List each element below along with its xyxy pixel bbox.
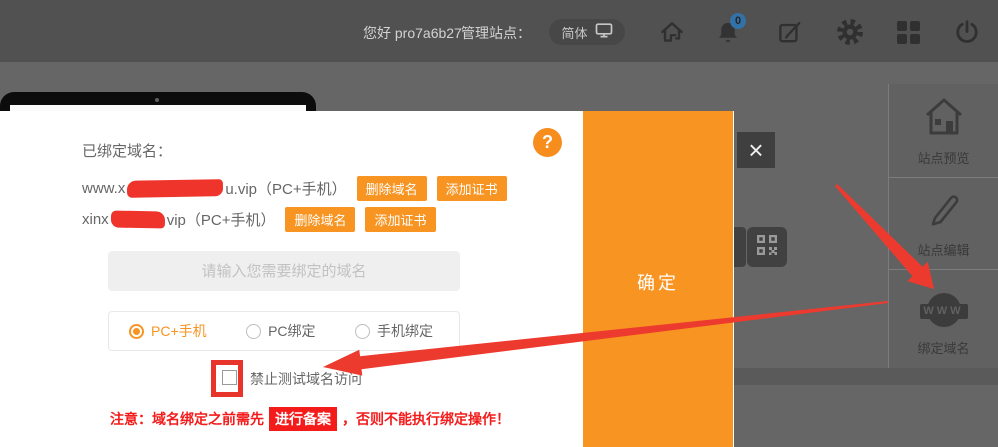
radio-label: PC绑定 xyxy=(268,321,315,341)
language-label: 简体 xyxy=(561,23,587,42)
bind-type-radio-group: PC+手机 PC绑定 手机绑定 xyxy=(108,311,460,351)
binding-warning: 注意：域名绑定之前需先 进行备案 ，否则不能执行绑定操作！ xyxy=(110,407,510,431)
radio-circle-selected xyxy=(129,324,144,339)
help-icon[interactable]: ? xyxy=(533,128,562,157)
annotation-highlight-box xyxy=(211,360,243,397)
manage-site-label: 管理站点： xyxy=(461,23,531,43)
redaction-scribble xyxy=(127,179,223,198)
radio-label: 手机绑定 xyxy=(377,321,433,341)
radio-pc-only[interactable]: PC绑定 xyxy=(246,321,315,341)
domain-text-prefix: xinx xyxy=(82,211,109,228)
domain-text-suffix: u.vip（PC+手机） xyxy=(225,178,346,199)
radio-pc-and-mobile[interactable]: PC+手机 xyxy=(129,321,207,341)
apps-grid-icon[interactable] xyxy=(892,16,924,48)
laptop-camera-dot xyxy=(155,98,159,102)
warning-text-prefix: 注意：域名绑定之前需先 xyxy=(110,409,264,429)
sidebar-item-label: 绑定域名 xyxy=(917,338,969,357)
language-switch-button[interactable]: 简体 xyxy=(549,19,625,45)
edit-icon[interactable] xyxy=(774,16,806,48)
redaction-scribble xyxy=(111,210,165,228)
qr-code-icon xyxy=(756,234,778,261)
user-greeting: 您好 pro7a6b27 xyxy=(363,23,462,43)
delete-domain-button[interactable]: 删除域名 xyxy=(285,207,355,232)
add-certificate-button[interactable]: 添加证书 xyxy=(365,207,435,232)
forbid-test-domain-checkbox[interactable] xyxy=(222,370,237,385)
domain-text-suffix: vip（PC+手机） xyxy=(167,209,276,230)
notification-badge: 0 xyxy=(730,13,746,29)
home-icon[interactable] xyxy=(656,16,688,48)
laptop-mockup xyxy=(0,92,316,112)
screen: 您好 pro7a6b27 管理站点： 简体 0 xyxy=(0,0,998,447)
sidebar-item-label: 站点编辑 xyxy=(917,240,969,259)
power-icon[interactable] xyxy=(951,16,983,48)
radio-circle xyxy=(246,324,261,339)
sidebar-item-label: 站点预览 xyxy=(917,148,969,167)
monitor-icon xyxy=(595,23,613,41)
icp-filing-link[interactable]: 进行备案 xyxy=(269,407,337,431)
forbid-test-domain-label: 禁止测试域名访问 xyxy=(250,369,362,389)
www-globe-text: WWW xyxy=(920,304,968,319)
bound-domain-row: www.x u.vip（PC+手机） 删除域名 添加证书 xyxy=(82,177,507,199)
hidden-toolbar-button[interactable] xyxy=(734,227,746,267)
add-certificate-button[interactable]: 添加证书 xyxy=(437,176,507,201)
warning-text-suffix: ，否则不能执行绑定操作！ xyxy=(342,409,510,429)
radio-circle xyxy=(355,324,370,339)
qr-code-button[interactable] xyxy=(747,227,787,267)
domain-text-prefix: www.x xyxy=(82,180,125,197)
bind-domain-dialog: 已绑定域名： www.x u.vip（PC+手机） 删除域名 添加证书 xinx… xyxy=(0,111,734,447)
close-icon[interactable]: × xyxy=(737,132,775,168)
home-icon xyxy=(921,95,967,142)
confirm-button[interactable]: 确定 xyxy=(583,111,733,447)
right-sidebar: 站点预览 站点编辑 WWW 绑定域名 xyxy=(888,84,998,368)
radio-mobile-only[interactable]: 手机绑定 xyxy=(355,321,433,341)
domain-input[interactable] xyxy=(108,251,460,291)
sidebar-item-site-edit[interactable]: 站点编辑 xyxy=(889,178,998,270)
sidebar-item-bind-domain[interactable]: WWW 绑定域名 xyxy=(889,270,998,367)
bound-domains-label: 已绑定域名： xyxy=(82,140,172,161)
bound-domain-row: xinx vip（PC+手机） 删除域名 添加证书 xyxy=(82,208,436,230)
page-section-divider xyxy=(734,368,998,385)
sidebar-item-site-preview[interactable]: 站点预览 xyxy=(889,84,998,178)
confirm-button-label: 确定 xyxy=(583,269,733,295)
top-bar: 您好 pro7a6b27 管理站点： 简体 0 xyxy=(0,0,998,62)
www-globe-icon: WWW xyxy=(920,292,968,332)
radio-label: PC+手机 xyxy=(151,321,207,341)
gear-icon[interactable] xyxy=(834,16,866,48)
pencil-icon xyxy=(921,187,967,234)
delete-domain-button[interactable]: 删除域名 xyxy=(357,176,427,201)
